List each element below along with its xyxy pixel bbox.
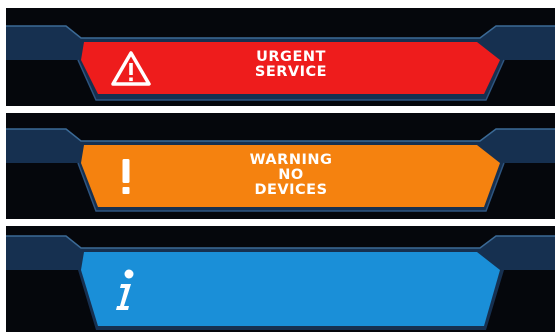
alert-banner-info [81,252,500,326]
exclamation-icon [116,157,136,202]
alert-line: DEVICES [254,182,328,198]
warning-triangle-icon [110,50,152,92]
alert-message-warning: WARNING NO DEVICES [156,153,426,198]
alert-line: WARNING [249,152,333,168]
alert-panel-warning: WARNING NO DEVICES [6,113,555,219]
alert-frame-info [6,235,555,330]
alert-line: URGENT [256,49,326,65]
alert-panel-info [6,226,555,332]
alert-panel-urgent: URGENT SERVICE [6,8,555,106]
alert-message-urgent: URGENT SERVICE [156,50,426,80]
cluster-display: URGENT SERVICE WARNING NO DEVICES [0,0,555,332]
alert-line: SERVICE [254,64,328,80]
info-icon [112,268,138,317]
alert-line: NO [278,167,304,183]
